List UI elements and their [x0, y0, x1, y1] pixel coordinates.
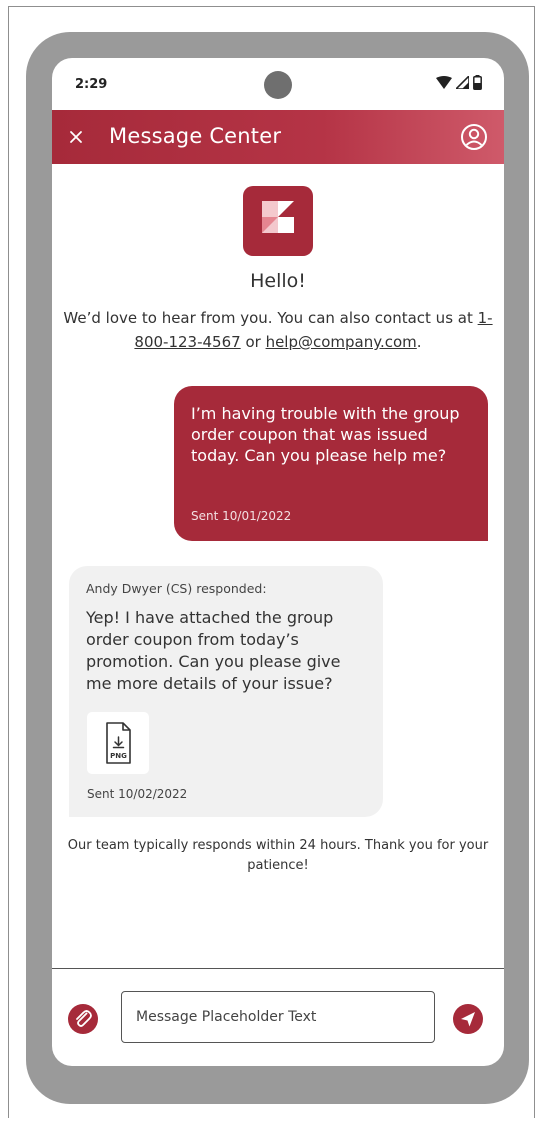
sent-timestamp: Sent 10/01/2022 [191, 509, 292, 523]
intro-end: . [416, 333, 422, 351]
message-input[interactable] [121, 991, 435, 1043]
wifi-icon [436, 75, 452, 89]
profile-button[interactable] [460, 123, 488, 151]
email-link[interactable]: help@company.com [266, 333, 417, 351]
close-button[interactable] [62, 123, 90, 151]
attach-button[interactable] [68, 1004, 98, 1034]
composer-divider [52, 968, 504, 969]
app-screen: 2:29 Message Center Hello! We’d love to … [52, 58, 504, 1066]
intro-text: We’d love to hear from you. You can also… [63, 309, 478, 327]
logo-icon [262, 201, 294, 233]
close-icon [70, 131, 82, 143]
profile-icon [461, 124, 487, 150]
sent-timestamp: Sent 10/02/2022 [87, 787, 188, 801]
status-icons [436, 75, 482, 90]
welcome-text: We’d love to hear from you. You can also… [62, 306, 494, 354]
message-text: Yep! I have attached the group order cou… [86, 608, 341, 693]
status-time: 2:29 [75, 77, 108, 92]
intro-connector: or [240, 333, 266, 351]
signal-icon [456, 76, 469, 89]
outgoing-message: I’m having trouble with the group order … [174, 386, 488, 541]
brand-logo [243, 186, 313, 256]
png-attachment[interactable]: PNG [87, 712, 149, 774]
png-file-icon: PNG [106, 722, 131, 764]
app-header: Message Center [52, 110, 504, 164]
battery-icon [473, 75, 482, 90]
status-bar: 2:29 [52, 58, 504, 110]
paperclip-icon [76, 1010, 92, 1027]
attachment-type: PNG [110, 752, 127, 760]
page-title: Message Center [109, 124, 282, 148]
greeting-heading: Hello! [250, 270, 306, 292]
message-text: I’m having trouble with the group order … [191, 404, 460, 465]
incoming-message: Andy Dwyer (CS) responded: Yep! I have a… [69, 566, 383, 817]
response-time-note: Our team typically responds within 24 ho… [67, 838, 489, 873]
send-icon [461, 1012, 475, 1027]
send-button[interactable] [453, 1004, 483, 1034]
message-author: Andy Dwyer (CS) responded: [86, 581, 267, 596]
camera-cutout [264, 71, 292, 99]
